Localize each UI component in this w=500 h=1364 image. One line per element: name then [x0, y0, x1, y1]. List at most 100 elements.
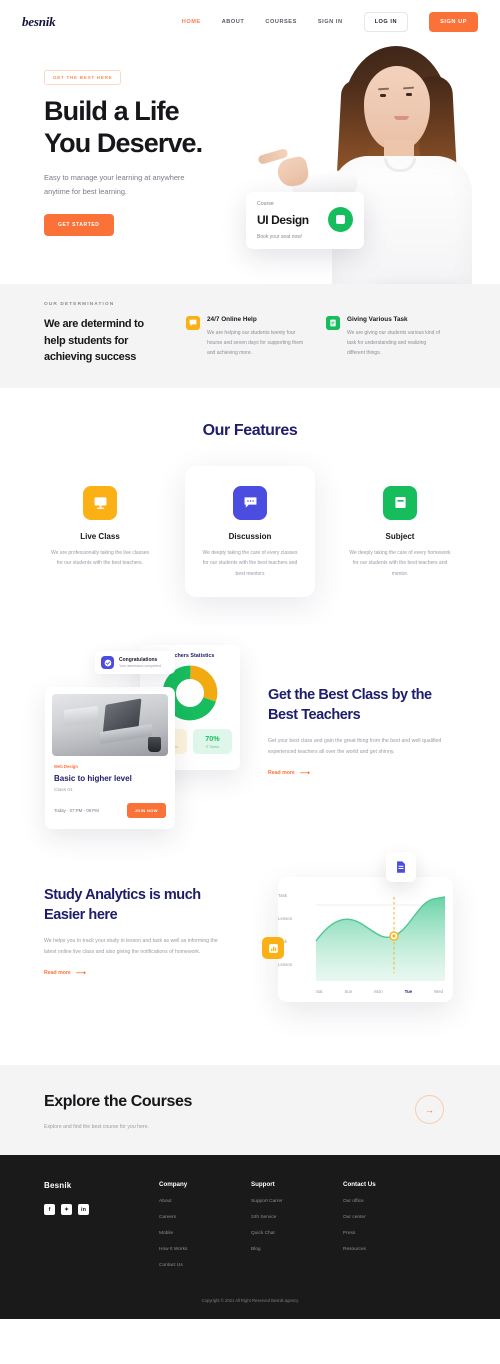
signup-button[interactable]: SIGN UP: [429, 12, 478, 32]
determination-item-online-help: 24/7 Online Help We are helping our stud…: [186, 316, 304, 366]
footer-link-our-center[interactable]: Our center: [343, 1215, 435, 1220]
course-preview-card[interactable]: Web Design Basic to higher level Class 0…: [45, 687, 175, 829]
features-title: Our Features: [202, 421, 298, 439]
determination-item-various-task: Giving Various Task We are giving our st…: [326, 316, 444, 366]
arrow-right-icon: →: [425, 1104, 434, 1115]
x-tick-wed: Wed: [434, 989, 443, 994]
bar-chart-icon: [262, 937, 284, 959]
y-tick: Lesson: [278, 962, 293, 967]
best-class-section: Teachers Statistics 30% Others Sector 70…: [0, 625, 500, 855]
footer-column-heading: Support: [251, 1181, 275, 1188]
nav-link-signin[interactable]: SIGN IN: [318, 19, 343, 25]
monitor-icon: [83, 485, 117, 520]
footer-link-careers[interactable]: Careers: [159, 1215, 251, 1220]
note-icon: [383, 485, 417, 520]
hero-title-line1: Build a Life: [44, 96, 180, 126]
feature-name: Discussion: [228, 531, 272, 541]
explore-arrow-button[interactable]: →: [415, 1095, 444, 1124]
best-class-heading: Get the Best Class by the Best Teachers: [268, 687, 432, 723]
speech-bubble-icon: [233, 485, 267, 520]
get-started-button[interactable]: GET STARTED: [44, 213, 114, 236]
footer-link-quick-chat[interactable]: Quick Chat: [251, 1231, 343, 1236]
footer-copyright: Copyright © 2021 All Right Reserved Besn…: [201, 1298, 299, 1303]
hero-title: Build a Life You Deserve.: [44, 96, 274, 160]
read-more-label: Read more: [44, 970, 71, 977]
best-class-read-more-link[interactable]: Read more ⟶: [268, 770, 310, 777]
x-tick-sun: Sun: [344, 989, 353, 994]
footer-link-about[interactable]: About: [159, 1199, 251, 1204]
best-class-copy: Get the Best Class by the Best Teachers …: [268, 685, 458, 779]
feature-text: We deeply taking the care of every class…: [202, 549, 298, 577]
course-class: Class 01: [54, 788, 73, 793]
area-chart: [315, 896, 445, 981]
feature-text: We are professionally taking the live cl…: [50, 549, 149, 567]
nav-links: HOME ABOUT COURSES SIGN IN LOG IN SIGN U…: [182, 12, 478, 32]
linkedin-icon[interactable]: in: [78, 1204, 89, 1215]
course-thumbnail: [52, 694, 168, 756]
feature-card-discussion[interactable]: Discussion We deeply taking the care of …: [185, 465, 315, 597]
feature-name: Live Class: [80, 531, 120, 541]
book-icon: [328, 207, 353, 232]
determination-kicker: OUR DETERMINATION: [44, 302, 115, 307]
feature-text: We deeply taking the care of every homew…: [349, 549, 451, 577]
analytics-heading: Study Analytics is much Easier here: [44, 887, 201, 923]
nav-link-home[interactable]: HOME: [182, 19, 201, 25]
hero-course-card[interactable]: Course UI Design Book your seat now!: [246, 192, 364, 249]
hero-title-line2: You Deserve.: [44, 127, 203, 158]
footer-column-contact-us: Contact Us Our office Our center Press R…: [343, 1181, 435, 1268]
nav-link-about[interactable]: ABOUT: [222, 19, 245, 25]
hero-copy: GET THE BEST HERE Build a Life You Deser…: [44, 66, 274, 236]
features-section: Our Features Live Class We are professio…: [0, 387, 500, 625]
footer-column-support: Support Support Carrer 24h Service Quick…: [251, 1181, 343, 1268]
read-more-label: Read more: [268, 770, 295, 777]
explore-subtitle: Explore and find the best course for you…: [44, 1124, 149, 1130]
nav-link-courses[interactable]: COURSES: [265, 19, 297, 25]
feature-card-subject[interactable]: Subject We deeply taking the care of eve…: [335, 466, 465, 598]
stat-value: 70%: [205, 734, 220, 743]
feature-name: Subject: [385, 531, 415, 541]
y-tick: Task: [278, 893, 288, 898]
best-class-visual: Teachers Statistics 30% Others Sector 70…: [40, 643, 240, 833]
footer-link-resources[interactable]: Resources: [343, 1247, 435, 1252]
chart-x-axis-labels: Sat Sun Mon Tue Wed: [316, 989, 443, 994]
determination-item-text: We are helping our students twenty four …: [207, 330, 304, 356]
stat-label: IT Sector: [205, 745, 220, 749]
footer-link-blog[interactable]: Blog: [251, 1247, 343, 1252]
document-icon: [326, 316, 340, 330]
footer-link-24h-service[interactable]: 24h Service: [251, 1215, 343, 1220]
x-tick-sat: Sat: [316, 989, 323, 994]
footer: Besnik f ✦ in Company About Careers Mobi…: [0, 1155, 500, 1319]
footer-link-press[interactable]: Press: [343, 1231, 435, 1236]
determination-heading: We are determind to help students for ac…: [44, 318, 144, 363]
document-icon: [386, 852, 416, 882]
chat-icon: [186, 316, 200, 330]
arrow-right-icon: ⟶: [299, 769, 310, 777]
facebook-icon[interactable]: f: [44, 1204, 55, 1215]
course-category: Web Design: [54, 764, 78, 769]
twitter-icon[interactable]: ✦: [61, 1204, 72, 1215]
footer-column-heading: Company: [159, 1181, 188, 1188]
analytics-read-more-link[interactable]: Read more ⟶: [44, 970, 86, 977]
footer-link-our-office[interactable]: Our office: [343, 1199, 435, 1204]
footer-link-how-it-works[interactable]: How It Works: [159, 1247, 251, 1252]
determination-item-title: 24/7 Online Help: [207, 316, 257, 323]
social-links: f ✦ in: [44, 1204, 159, 1215]
stat-chip-it-sector: 70% IT Sector: [193, 729, 232, 754]
y-tick: Lesson: [278, 916, 293, 921]
congratulations-subtitle: Your admission completed: [119, 664, 162, 669]
course-card-note: Book your seat now!: [257, 234, 303, 240]
join-now-button[interactable]: JOIN NOW: [126, 803, 166, 818]
login-button[interactable]: LOG IN: [363, 12, 409, 32]
check-circle-icon: [101, 656, 114, 669]
course-time: Today · 07:PM - 09:PM: [54, 808, 99, 813]
footer-link-support-carrer[interactable]: Support Carrer: [251, 1199, 343, 1204]
footer-link-mobile[interactable]: Mobile: [159, 1231, 251, 1236]
congratulations-title: Congratulations: [119, 656, 158, 663]
feature-card-live-class[interactable]: Live Class We are professionally taking …: [35, 466, 165, 587]
x-tick-tue: Tue: [404, 989, 413, 994]
brand-logo[interactable]: besnik: [22, 14, 56, 30]
footer-link-contact-us[interactable]: Contact Us: [159, 1263, 251, 1268]
hero-badge: GET THE BEST HERE: [44, 70, 122, 85]
determination-item-text: We are giving our students various kind …: [347, 330, 441, 356]
explore-heading: Explore the Courses: [44, 1093, 193, 1110]
